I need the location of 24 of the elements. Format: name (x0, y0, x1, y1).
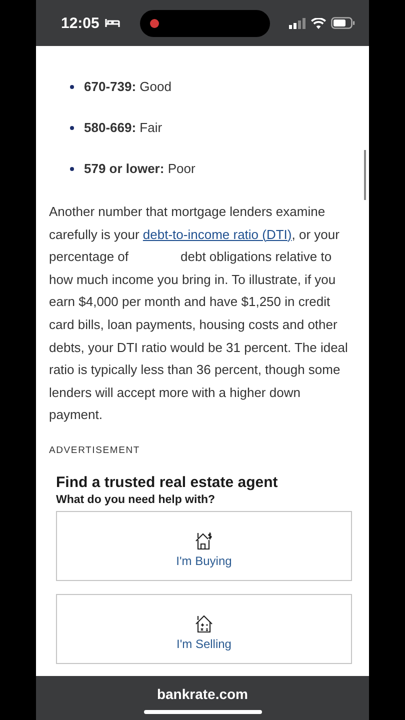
option-button[interactable]: I'm Selling (56, 594, 352, 664)
bullet-icon (70, 166, 74, 170)
battery-icon (331, 17, 355, 29)
bullet-icon (70, 84, 74, 88)
ad-question: What do you need help with? (56, 494, 216, 506)
option-button[interactable]: I'm Buying (56, 510, 352, 581)
ad-label: ADVERTISEMENT (49, 444, 141, 456)
score-range-text: 580-669: Fair (84, 120, 162, 135)
dti-link[interactable]: debt-to-income ratio (DTI) (142, 226, 292, 242)
article-paragraph: Another number that mortgage lenders examine carefully is your debt-to-income ratio (DTI), or your percentage of debt obligations relative to how much income you bring in. To illustrate, if you earn $4,000 per month and have $1,250 in credit card bills, loan payments, housing costs and other debts, your DTI ratio would be 31 percent. The ideal ratio is typically less than 36 percent, though some lenders will accept more with a higher down payment. (49, 203, 349, 424)
score-range-text: 579 or lower: Poor (84, 161, 196, 176)
score-range-text: 670-739: Good (84, 79, 172, 94)
house-calculator-icon (194, 614, 214, 634)
house-dollar-icon (194, 530, 214, 551)
ad-title: Find a trusted real estate agent (56, 474, 279, 491)
home-indicator[interactable] (144, 710, 262, 714)
scrollbar (364, 150, 366, 200)
site-address[interactable]: bankrate.com (156, 686, 248, 702)
bullet-icon (70, 126, 74, 130)
recording-dot-icon (150, 18, 160, 28)
signal-icon (289, 18, 306, 28)
bed-icon (105, 18, 120, 28)
clock-time: 12:05 (61, 14, 100, 32)
wifi-icon (311, 18, 326, 28)
